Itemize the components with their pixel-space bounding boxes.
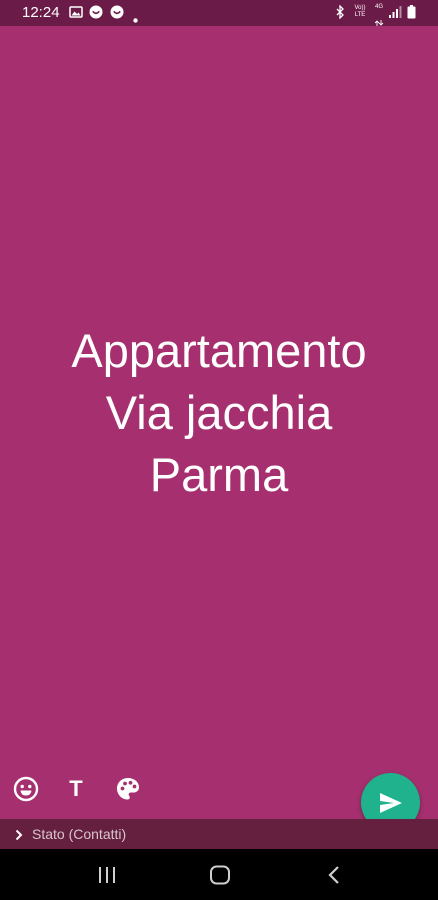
background-color-button[interactable]: [113, 775, 143, 803]
app-notification-icon: [89, 5, 103, 24]
status-text[interactable]: Appartamento Via jacchia Parma: [28, 320, 410, 506]
palette-icon: [117, 778, 139, 800]
battery-icon: [407, 5, 416, 24]
system-status-bar: 12:24 Vo)) LTE 4G: [0, 0, 438, 26]
text-style-button[interactable]: T: [61, 775, 91, 803]
home-button[interactable]: [208, 863, 232, 887]
signal-icon: [389, 5, 402, 23]
status-composer-screen: 12:24 Vo)) LTE 4G Appartamento Via jacch…: [0, 0, 438, 900]
status-text-line: Via jacchia: [105, 386, 333, 439]
recents-button[interactable]: [95, 863, 119, 887]
emoji-button[interactable]: [11, 775, 41, 803]
send-icon: [379, 792, 402, 813]
home-icon: [210, 865, 230, 885]
network-type-label: 4G: [374, 4, 383, 10]
audience-label: Stato (Contatti): [32, 826, 127, 842]
status-text-line: Appartamento: [71, 324, 367, 377]
status-text-line: Parma: [149, 448, 289, 501]
audience-selector[interactable]: Stato (Contatti): [0, 819, 438, 849]
emoji-icon: [13, 776, 39, 802]
chevron-right-icon: [14, 828, 24, 846]
system-navigation-bar: [0, 849, 438, 900]
more-notifications-dot-icon: [133, 10, 138, 28]
bluetooth-icon: [335, 4, 345, 24]
clock: 12:24: [22, 4, 60, 21]
data-arrows-icon: [374, 13, 384, 31]
volte-label: Vo)) LTE: [354, 5, 366, 18]
back-button[interactable]: [322, 863, 346, 887]
gallery-notification-icon: [69, 5, 83, 24]
app-notification-icon: [110, 5, 124, 24]
recents-icon: [99, 867, 115, 883]
back-icon: [328, 866, 339, 884]
